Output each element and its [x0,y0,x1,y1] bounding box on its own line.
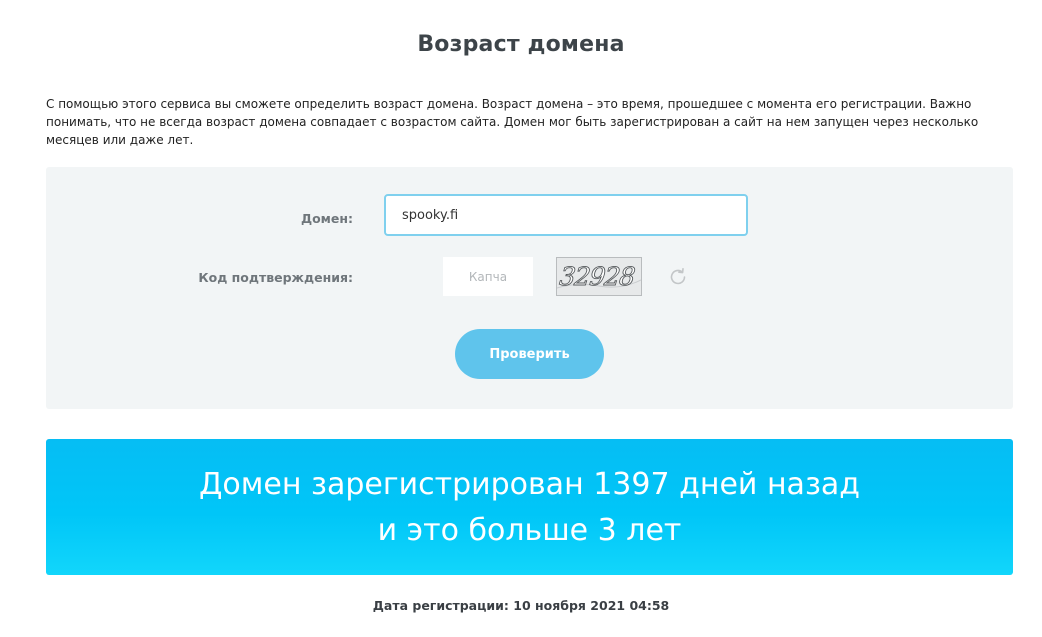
captcha-label: Код подтверждения: [198,270,353,285]
captcha-input[interactable] [443,257,533,296]
result-line-days: Домен зарегистрирован 1397 дней назад [198,467,861,502]
refresh-icon[interactable] [666,265,690,289]
domain-check-form: Домен: Код подтверждения: 32928 Проверит… [46,167,1013,409]
captcha-image: 32928 [556,257,642,296]
page-title: Возраст домена [417,32,625,57]
registration-date: Дата регистрации: 10 ноября 2021 04:58 [372,598,670,613]
domain-label: Домен: [300,211,353,226]
captcha-text: 32928 [558,262,636,291]
check-button[interactable]: Проверить [455,329,604,379]
result-banner: Домен зарегистрирован 1397 дней назад и … [46,439,1013,575]
service-description: С помощью этого сервиса вы сможете опред… [46,97,979,147]
result-line-years: и это больше 3 лет [377,513,682,548]
domain-input[interactable] [384,194,748,236]
